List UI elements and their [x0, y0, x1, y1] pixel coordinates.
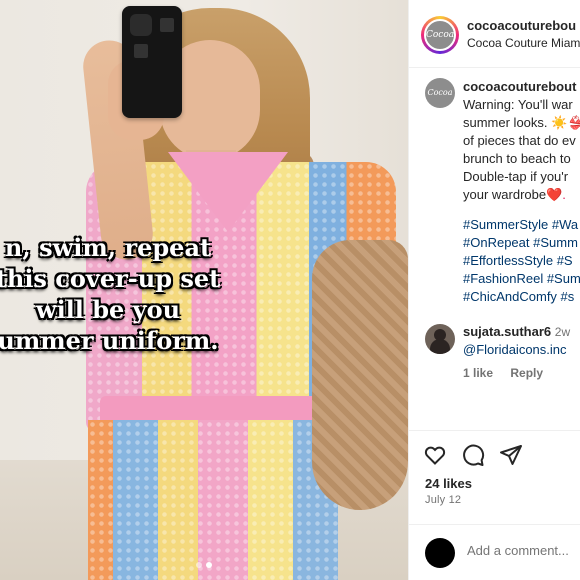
comment-icon[interactable] — [461, 443, 485, 467]
caption-line: of pieces that do ev — [463, 133, 576, 148]
reply-button[interactable]: Reply — [510, 366, 543, 380]
post-date: July 12 — [425, 494, 462, 506]
action-bar — [409, 430, 580, 474]
overlay-caption: n, swim, repeat this cover-up set will b… — [0, 232, 228, 356]
story-ring[interactable]: Cocoa — [421, 16, 459, 54]
comment-likes[interactable]: 1 like — [463, 366, 493, 380]
straw-bag — [312, 240, 408, 510]
caption-body: cocoacouturebout Warning: You'll war sum… — [463, 78, 580, 204]
overlay-line: n, swim, repeat — [4, 233, 212, 262]
post-header: Cocoa cocoacouturebou Cocoa Couture Miam — [409, 0, 580, 68]
carousel-dots — [0, 562, 408, 568]
header-username[interactable]: cocoacouturebou — [467, 18, 576, 33]
comment-time: 2w — [554, 325, 571, 339]
post-sidebar: Cocoa cocoacouturebou Cocoa Couture Miam… — [408, 0, 580, 580]
hashtag-line[interactable]: #EffortlessStyle #S — [463, 252, 580, 270]
add-comment-bar — [409, 524, 580, 580]
hashtag-line[interactable]: #FashionReel #Sum — [463, 270, 580, 288]
caption-line: Double-tap if you'r — [463, 169, 569, 184]
hashtag-line[interactable]: #OnRepeat #Summ — [463, 234, 580, 252]
crochet-skirt — [88, 420, 338, 580]
share-icon[interactable] — [499, 443, 523, 467]
comment-input[interactable] — [467, 543, 580, 558]
current-user-avatar — [425, 538, 455, 568]
post-media[interactable]: n, swim, repeat this cover-up set will b… — [0, 0, 408, 580]
caption-line: summer looks. ☀️👙 — [463, 115, 580, 130]
caption-line: your wardrobe❤️. — [463, 186, 580, 204]
avatar[interactable]: Cocoa — [424, 19, 456, 51]
caption-username[interactable]: cocoacouturebout — [463, 78, 580, 96]
heart-emoji: ❤️. — [546, 187, 566, 202]
caption-line: brunch to beach to — [463, 151, 571, 166]
hashtag-line[interactable]: #SummerStyle #Wa — [463, 216, 580, 234]
heart-icon[interactable] — [423, 443, 447, 467]
caption-line: Warning: You'll war — [463, 97, 573, 112]
likes-count[interactable]: 24 likes — [425, 476, 472, 491]
comment-avatar[interactable] — [425, 324, 455, 354]
comment-username[interactable]: sujata.suthar6 — [463, 324, 551, 339]
hashtags: #SummerStyle #Wa #OnRepeat #Summ #Effort… — [463, 216, 580, 306]
overlay-line: will be you — [35, 295, 181, 324]
phone — [122, 6, 182, 118]
header-location[interactable]: Cocoa Couture Miam — [467, 36, 580, 50]
carousel-dot[interactable] — [196, 562, 202, 568]
overlay-line: this cover-up set — [0, 264, 221, 293]
hashtag-line[interactable]: #ChicAndComfy #s — [463, 288, 580, 306]
comment-header: sujata.suthar6 2w — [463, 324, 570, 339]
comment: sujata.suthar6 2w @Floridaicons.inc 1 li… — [409, 320, 580, 390]
overlay-line: ummer uniform. — [0, 326, 219, 355]
caption-avatar[interactable]: Cocoa — [425, 78, 455, 108]
comment-meta: 1 like Reply — [463, 366, 557, 380]
comment-mention[interactable]: @Floridaicons.inc — [463, 342, 567, 357]
caption-line-text: your wardrobe — [463, 187, 547, 202]
carousel-dot[interactable] — [206, 562, 212, 568]
